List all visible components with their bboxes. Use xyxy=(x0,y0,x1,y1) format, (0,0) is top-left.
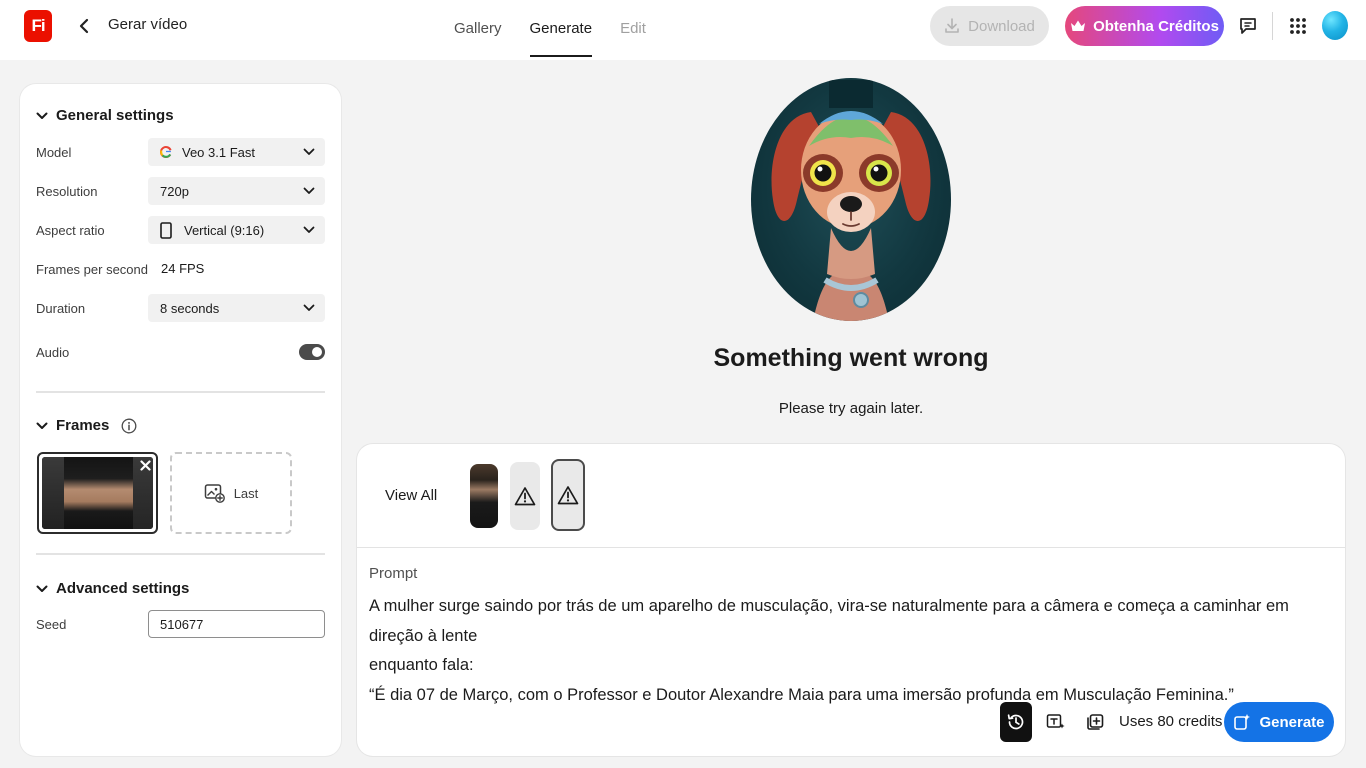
prompt-history-button[interactable] xyxy=(1000,702,1032,742)
chevron-down-icon xyxy=(303,304,315,311)
download-label: Download xyxy=(968,17,1035,35)
frames-header[interactable]: Frames xyxy=(36,417,137,434)
back-button[interactable] xyxy=(74,14,94,38)
chevron-left-icon xyxy=(79,18,89,34)
download-button[interactable]: Download xyxy=(930,6,1049,46)
get-credits-button[interactable]: Obtenha Créditos xyxy=(1065,6,1224,46)
aspect-ratio-label: Aspect ratio xyxy=(36,223,105,238)
info-icon[interactable] xyxy=(121,418,137,434)
warning-icon xyxy=(514,487,536,506)
audio-label: Audio xyxy=(36,345,70,360)
media-add-icon xyxy=(1087,714,1104,730)
warning-icon xyxy=(557,486,579,505)
section-divider xyxy=(36,391,325,393)
vertical-frame-icon xyxy=(160,221,172,239)
page-title: Gerar vídeo xyxy=(108,16,188,33)
first-frame-image xyxy=(42,457,153,529)
logo-text: Fi xyxy=(31,16,45,35)
duration-picker[interactable]: 8 seconds xyxy=(148,294,325,322)
duration-value: 8 seconds xyxy=(160,300,220,316)
close-icon xyxy=(139,459,151,471)
frames-title: Frames xyxy=(56,417,110,434)
prompt-textarea[interactable]: A mulher surge saindo por trás de um apa… xyxy=(369,592,1329,710)
tab-edit[interactable]: Edit xyxy=(606,0,660,60)
top-bar: Fi Gerar vídeo Gallery Generate Edit Dow… xyxy=(0,0,1366,60)
duration-label: Duration xyxy=(36,301,86,316)
model-value: Veo 3.1 Fast xyxy=(182,144,255,160)
feedback-button[interactable] xyxy=(1236,14,1260,38)
main-tabs: Gallery Generate Edit xyxy=(440,0,660,60)
tab-generate[interactable]: Generate xyxy=(516,0,607,60)
resolution-picker[interactable]: 720p xyxy=(148,177,325,205)
toolbar-divider xyxy=(1272,12,1273,40)
dog-illustration xyxy=(771,80,931,321)
settings-panel: General settings Model Veo 3.1 Fast Reso… xyxy=(20,84,341,756)
seed-label: Seed xyxy=(36,617,67,632)
aspect-ratio-value: Vertical (9:16) xyxy=(184,222,265,238)
audio-toggle[interactable] xyxy=(299,344,325,360)
get-credits-label: Obtenha Créditos xyxy=(1093,17,1219,35)
generate-label: Generate xyxy=(1259,713,1325,731)
prompt-card: View All Prompt A mulher surge saindo po… xyxy=(357,444,1345,756)
fps-value: 24 FPS xyxy=(161,261,205,276)
history-icon xyxy=(1007,714,1024,730)
apps-grid-icon xyxy=(1290,18,1306,34)
fps-label: Frames per second xyxy=(36,262,148,277)
chevron-down-icon xyxy=(303,148,315,155)
last-frame-label: Last xyxy=(233,485,259,501)
enhance-prompt-button[interactable] xyxy=(1040,702,1072,742)
generation-history: View All xyxy=(357,444,1345,548)
model-label: Model xyxy=(36,145,72,160)
last-frame-slot[interactable]: Last xyxy=(170,452,292,534)
chevron-down-icon xyxy=(36,422,48,429)
add-media-button[interactable] xyxy=(1079,702,1111,742)
apps-button[interactable] xyxy=(1286,14,1310,38)
user-avatar[interactable] xyxy=(1322,11,1348,40)
history-failed-item-selected[interactable] xyxy=(551,459,585,531)
google-icon xyxy=(160,146,172,158)
error-title: Something went wrong xyxy=(713,344,989,372)
text-sparkle-icon xyxy=(1046,714,1065,729)
generate-sparkle-icon xyxy=(1234,714,1251,730)
model-picker[interactable]: Veo 3.1 Fast xyxy=(148,138,325,166)
advanced-settings-title: Advanced settings xyxy=(56,580,190,597)
error-subtitle: Please try again later. xyxy=(778,400,924,417)
resolution-value: 720p xyxy=(160,183,189,199)
prompt-label: Prompt xyxy=(369,565,418,582)
resolution-label: Resolution xyxy=(36,184,98,199)
history-thumbnail[interactable] xyxy=(470,464,498,528)
chevron-down-icon xyxy=(36,585,48,592)
add-image-icon xyxy=(204,484,225,503)
tab-gallery[interactable]: Gallery xyxy=(440,0,516,60)
first-frame-thumbnail[interactable] xyxy=(37,452,158,534)
crown-icon xyxy=(1071,20,1086,31)
general-settings-header[interactable]: General settings xyxy=(36,107,174,124)
chevron-down-icon xyxy=(303,187,315,194)
section-divider xyxy=(36,553,325,555)
view-all-link[interactable]: View All xyxy=(385,487,437,504)
general-settings-title: General settings xyxy=(56,107,174,124)
feedback-icon xyxy=(1240,18,1256,34)
credits-cost: Uses 80 credits xyxy=(1119,713,1223,730)
error-illustration xyxy=(751,78,951,321)
remove-frame-button[interactable] xyxy=(138,458,152,472)
history-failed-item[interactable] xyxy=(510,462,540,530)
toggle-knob xyxy=(312,347,322,357)
download-icon xyxy=(945,18,959,33)
chevron-down-icon xyxy=(303,226,315,233)
chevron-down-icon xyxy=(36,112,48,119)
aspect-ratio-picker[interactable]: Vertical (9:16) xyxy=(148,216,325,244)
seed-input[interactable] xyxy=(148,610,325,638)
advanced-settings-header[interactable]: Advanced settings xyxy=(36,580,189,597)
generate-button[interactable]: Generate xyxy=(1224,702,1334,742)
app-logo[interactable]: Fi xyxy=(24,10,52,42)
